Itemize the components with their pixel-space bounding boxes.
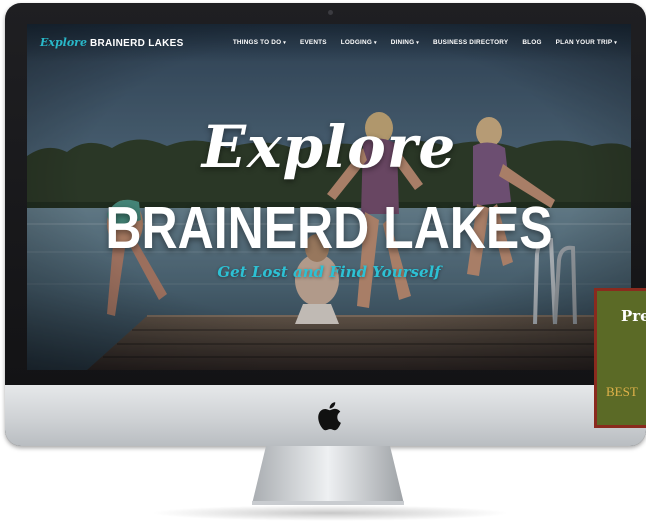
caret-down-icon: ▾ — [614, 40, 617, 46]
stage: Explore BRAINERD LAKES THINGS TO DO ▾ EVE… — [0, 0, 646, 525]
nav-blog[interactable]: BLOG — [522, 39, 541, 46]
apple-logo-icon — [318, 402, 341, 431]
nav-label: EVENTS — [299, 39, 327, 46]
nav-plan-your-trip[interactable]: PLAN YOUR TRIP ▾ — [556, 39, 617, 46]
stand-shadow — [150, 505, 510, 521]
nav-events[interactable]: EVENTS — [300, 39, 327, 46]
nav-label: DINING — [390, 39, 415, 46]
imac-stand — [252, 446, 404, 505]
nav-label: PLAN YOUR TRIP — [555, 39, 613, 46]
promo-subtitle: BEST — [606, 384, 638, 399]
browser-screen: Explore BRAINERD LAKES THINGS TO DO ▾ EVE… — [27, 24, 631, 370]
caret-down-icon: ▾ — [374, 40, 377, 46]
caret-down-icon: ▾ — [416, 40, 420, 46]
nav-label: BUSINESS DIRECTORY — [433, 39, 509, 46]
hero-tagline: Get Lost and Find Yourself — [217, 263, 441, 281]
main-nav: THINGS TO DO ▾ EVENTS LODGING ▾ DINING ▾ BU… — [233, 39, 617, 46]
nav-label: BLOG — [522, 39, 542, 46]
site-logo[interactable]: Explore BRAINERD LAKES — [40, 36, 184, 49]
site-header: Explore BRAINERD LAKES THINGS TO DO ▾ EVE… — [27, 24, 631, 62]
promo-popup-card[interactable]: Pre BEST — [594, 288, 646, 428]
logo-main-text: BRAINERD LAKES — [89, 38, 184, 49]
caret-down-icon: ▾ — [283, 40, 286, 46]
promo-title: Pre — [621, 307, 646, 325]
nav-lodging[interactable]: LODGING ▾ — [341, 39, 377, 46]
nav-dining[interactable]: DINING ▾ — [391, 39, 419, 46]
hero-script-title: Explore — [201, 113, 457, 181]
nav-label: THINGS TO DO — [232, 39, 282, 46]
logo-script-text: Explore — [40, 36, 87, 49]
nav-label: LODGING — [340, 39, 372, 46]
camera-icon — [328, 10, 333, 15]
nav-things-to-do[interactable]: THINGS TO DO ▾ — [233, 39, 286, 46]
hero-main-title: BRAINERD LAKES — [105, 194, 553, 262]
nav-business-directory[interactable]: BUSINESS DIRECTORY — [433, 39, 508, 46]
